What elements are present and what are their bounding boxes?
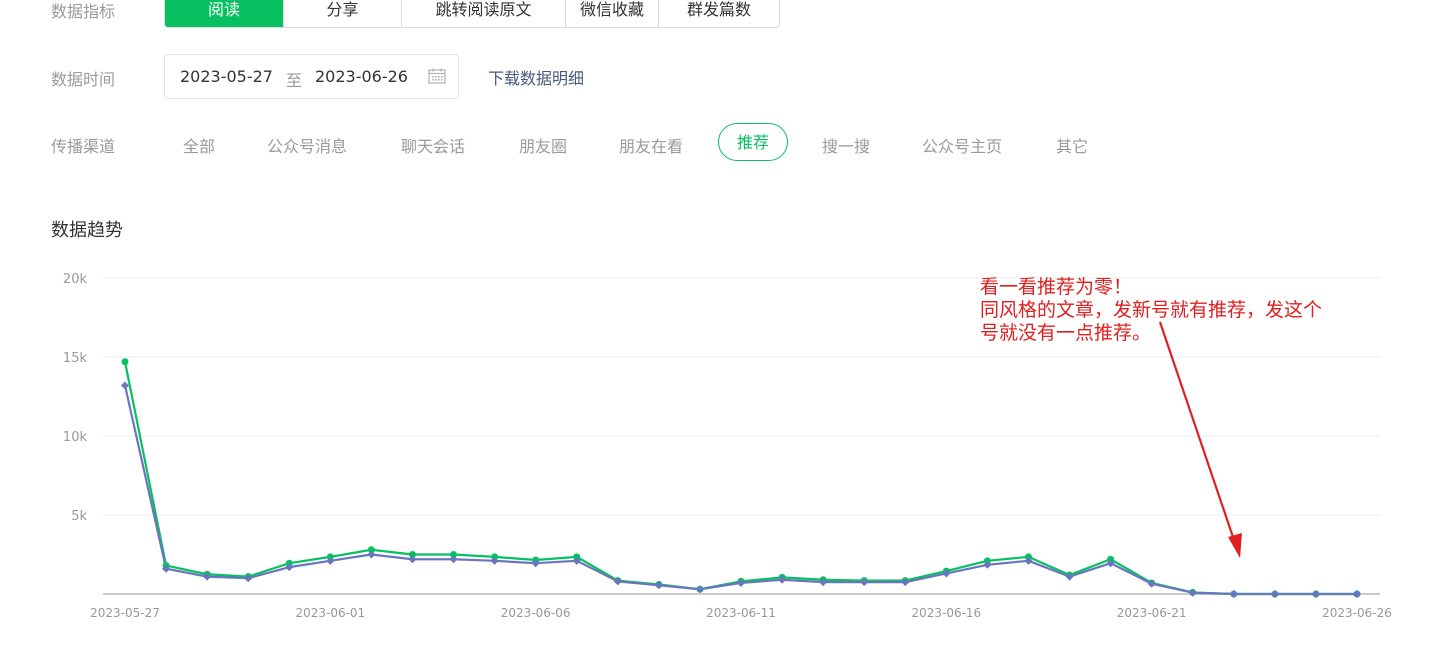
x-tick-label: 2023-06-26 <box>1322 606 1392 620</box>
x-tick-label: 2023-06-06 <box>501 606 571 620</box>
x-tick-label: 2023-06-11 <box>706 606 776 620</box>
data-point <box>1311 590 1320 598</box>
y-tick-label: 20k <box>63 272 88 287</box>
x-tick-label: 2023-06-16 <box>911 606 981 620</box>
y-tick-label: 15k <box>63 351 88 366</box>
data-point <box>695 585 704 594</box>
annotation-line: 同风格的文章，发新号就有推荐，发这个 <box>980 299 1323 321</box>
data-point <box>121 381 129 390</box>
data-point <box>1270 590 1279 598</box>
y-tick-label: 10k <box>63 430 88 445</box>
x-tick-label: 2023-05-27 <box>90 606 160 620</box>
series-line-1 <box>123 361 1357 596</box>
annotation-line: 号就没有一点推荐。 <box>980 322 1152 344</box>
data-point <box>121 358 129 366</box>
y-tick-label: 5k <box>71 509 87 524</box>
annotation-line: 看一看推荐为零！ <box>980 276 1133 298</box>
data-point <box>1353 590 1361 598</box>
analytics-page: 数据指标 阅读 分享 跳转阅读原文 微信收藏 群发篇数 数据时间 2023-05… <box>0 0 1450 646</box>
data-point <box>1188 588 1197 597</box>
annotation-arrow-icon <box>1158 321 1236 541</box>
annotation-arrowhead-icon <box>1228 533 1242 558</box>
annotation-text: 看一看推荐为零！ 同风格的文章，发新号就有推荐，发这个 号就没有一点推荐。 <box>980 276 1322 345</box>
x-tick-label: 2023-06-01 <box>295 606 365 620</box>
data-point <box>1229 590 1238 598</box>
x-tick-label: 2023-06-21 <box>1117 606 1187 620</box>
series-line-2 <box>123 385 1357 596</box>
